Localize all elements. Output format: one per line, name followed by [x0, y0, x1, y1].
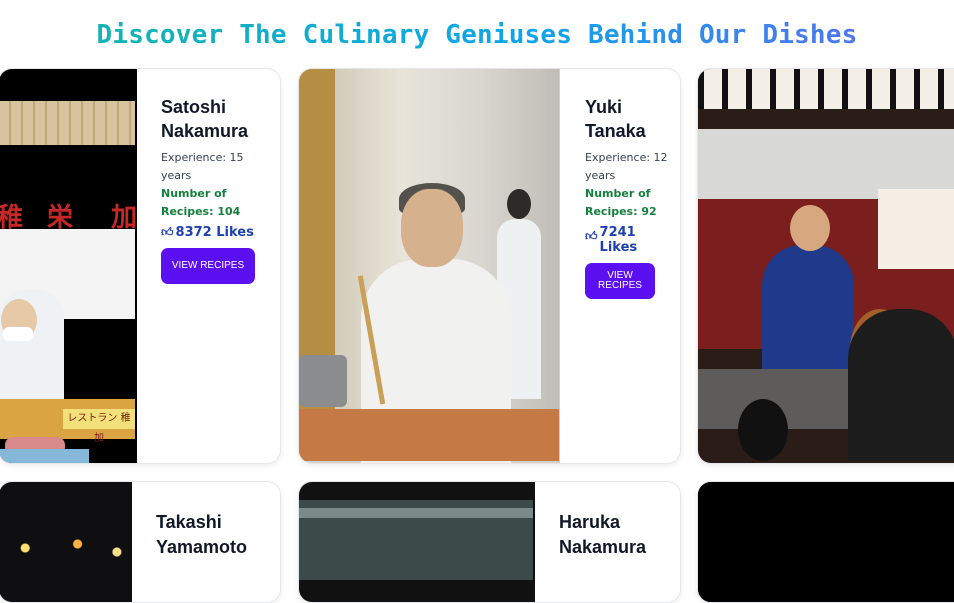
chef-likes: 👍︎ 7241 Likes	[585, 225, 668, 255]
chef-info: Yuki Tanaka Experience: 12 years Number …	[560, 69, 680, 463]
chef-recipe-count: Number of Recipes: 92	[585, 187, 657, 218]
chef-first-name: Takashi	[156, 512, 222, 532]
chef-last-name: Yamamoto	[156, 537, 248, 557]
chef-last-name: Nakamura	[559, 537, 647, 557]
chef-card-3	[697, 68, 954, 464]
chef-info: Satoshi Nakamura Experience: 15 years Nu…	[137, 69, 280, 463]
chef-photo	[299, 482, 535, 602]
chef-card-6	[697, 481, 954, 603]
chef-photo	[698, 482, 954, 602]
chef-experience: Experience: 15 years	[161, 151, 244, 182]
chef-last-name: Nakamura	[161, 121, 249, 141]
chef-first-name: Satoshi	[161, 97, 227, 117]
chef-info: Takashi Yamamoto	[132, 482, 280, 602]
photo-text: 稚	[0, 197, 23, 234]
chef-card-yuki: Yuki Tanaka Experience: 12 years Number …	[298, 68, 681, 464]
chef-card-haruka: Haruka Nakamura	[298, 481, 681, 603]
photo-sign: レストラン 稚加	[63, 409, 135, 444]
chef-name: Takashi Yamamoto	[156, 510, 262, 560]
chef-name: Yuki Tanaka	[585, 95, 668, 143]
chef-name: Haruka Nakamura	[559, 510, 662, 560]
thumbs-up-icon: 👍︎	[161, 225, 174, 239]
likes-count: 8372 Likes	[175, 225, 254, 240]
chef-card-satoshi: 稚 栄 加 レストラン 稚加 Satoshi Nakamura Experien…	[0, 68, 281, 464]
likes-count: 7241 Likes	[599, 225, 638, 255]
thumbs-up-icon: 👍︎	[585, 229, 598, 243]
chef-experience: Experience: 12 years	[585, 151, 668, 182]
chef-name: Satoshi Nakamura	[161, 95, 262, 143]
chef-last-name: Tanaka	[585, 121, 646, 141]
chef-likes: 👍︎ 8372 Likes	[161, 225, 262, 240]
chef-first-name: Yuki	[585, 97, 623, 117]
chef-first-name: Haruka	[559, 512, 621, 532]
photo-text: 加	[111, 203, 137, 233]
chef-photo: 稚 栄 加 レストラン 稚加	[0, 69, 137, 463]
chef-photo	[698, 69, 954, 463]
chef-photo	[299, 69, 560, 463]
chef-photo	[0, 482, 132, 602]
photo-text: 栄	[47, 203, 74, 233]
view-recipes-button[interactable]: VIEW RECIPES	[585, 263, 655, 299]
chef-recipe-count: Number of Recipes: 104	[161, 187, 241, 218]
chef-info: Haruka Nakamura	[535, 482, 680, 602]
page-heading: Discover The Culinary Geniuses Behind Ou…	[0, 20, 954, 50]
chef-card-takashi: Takashi Yamamoto	[0, 481, 281, 603]
view-recipes-button[interactable]: VIEW RECIPES	[161, 248, 255, 284]
